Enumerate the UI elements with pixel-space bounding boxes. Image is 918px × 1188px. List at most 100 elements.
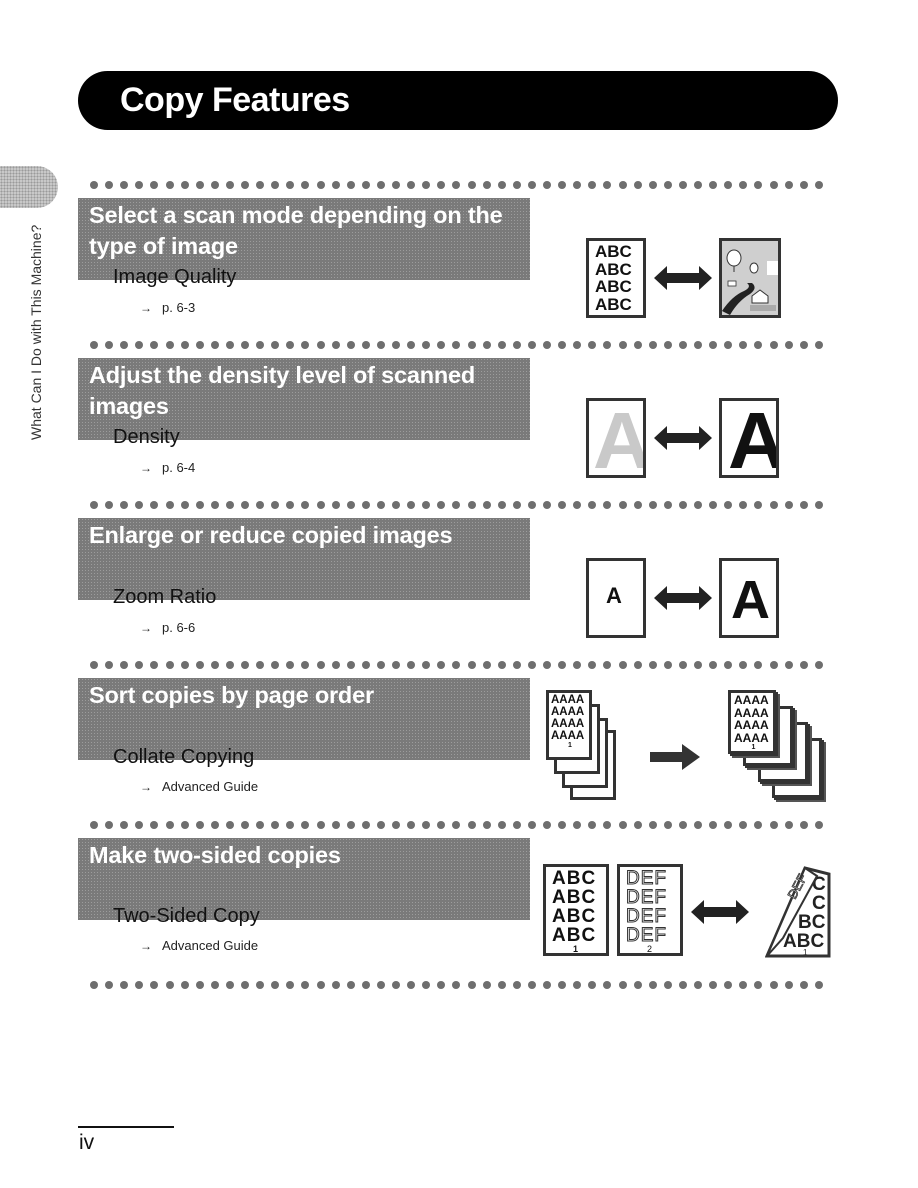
divider-dot bbox=[331, 341, 340, 349]
divider-dot bbox=[437, 341, 446, 349]
divider-dot bbox=[573, 661, 582, 669]
divider-dot bbox=[120, 181, 129, 189]
page-text-line: AAAA bbox=[551, 718, 585, 730]
divider-dot bbox=[527, 661, 536, 669]
small-glyph: A bbox=[606, 583, 622, 608]
divider-dot bbox=[331, 661, 340, 669]
divider-dot bbox=[452, 501, 461, 509]
divider-dot bbox=[180, 501, 189, 509]
dotted-divider bbox=[90, 661, 825, 671]
divider-dot bbox=[286, 181, 295, 189]
divider-dot bbox=[497, 181, 506, 189]
divider-dot bbox=[754, 501, 763, 509]
feature-reference[interactable]: → p. 6-4 bbox=[140, 460, 195, 475]
divider-dot bbox=[120, 501, 129, 509]
divider-dot bbox=[165, 981, 174, 989]
divider-dot bbox=[709, 981, 718, 989]
source-page-1: AAAA AAAA AAAA AAAA 1 bbox=[546, 690, 592, 760]
divider-dot bbox=[467, 821, 476, 829]
divider-dot bbox=[754, 821, 763, 829]
divider-dot bbox=[225, 501, 234, 509]
dotted-divider bbox=[90, 981, 825, 991]
divider-dot bbox=[407, 181, 416, 189]
divider-dot bbox=[784, 501, 793, 509]
divider-dot bbox=[512, 181, 521, 189]
divider-dot bbox=[633, 661, 642, 669]
divider-dot bbox=[376, 501, 385, 509]
divider-dot bbox=[135, 661, 144, 669]
divider-dot bbox=[392, 181, 400, 189]
divider-dot bbox=[467, 341, 476, 349]
divider-dot bbox=[588, 181, 597, 189]
feature-name: Collate Copying bbox=[113, 746, 255, 768]
divider-dot bbox=[482, 181, 491, 189]
divider-dot bbox=[709, 341, 718, 349]
divider-dot bbox=[558, 341, 567, 349]
divider-dot bbox=[437, 981, 446, 989]
divider-dot bbox=[316, 981, 325, 989]
divider-dot bbox=[286, 821, 295, 829]
page-text-line: ABC bbox=[552, 868, 597, 889]
divider-dot bbox=[256, 501, 265, 509]
divider-dot bbox=[663, 981, 672, 989]
divider-dot bbox=[452, 661, 461, 669]
page-text-line: DEF bbox=[626, 906, 667, 927]
divider-dot bbox=[799, 501, 808, 509]
divider-dot bbox=[256, 341, 265, 349]
divider-dot bbox=[90, 501, 98, 509]
divider-dot bbox=[422, 341, 431, 349]
svg-text:C: C bbox=[812, 893, 826, 914]
divider-dot bbox=[150, 341, 159, 349]
divider-dot bbox=[784, 341, 793, 349]
divider-dot bbox=[739, 981, 748, 989]
divider-dot bbox=[618, 821, 627, 829]
divider-dot bbox=[301, 981, 310, 989]
divider-dot bbox=[286, 661, 295, 669]
feature-reference[interactable]: → Advanced Guide bbox=[140, 779, 258, 794]
light-document-icon: A bbox=[586, 398, 646, 478]
divider-dot bbox=[573, 341, 582, 349]
divider-dot bbox=[331, 821, 340, 829]
feature-reference[interactable]: → p. 6-6 bbox=[140, 620, 195, 635]
divider-dot bbox=[286, 981, 295, 989]
divider-dot bbox=[361, 981, 370, 989]
divider-dot bbox=[135, 181, 144, 189]
feature-reference[interactable]: → p. 6-3 bbox=[140, 300, 195, 315]
divider-dot bbox=[452, 341, 461, 349]
page-number: 1 bbox=[568, 742, 572, 749]
page-text-line: ABC bbox=[595, 242, 632, 261]
divider-dot bbox=[467, 981, 476, 989]
divider-dot bbox=[663, 821, 672, 829]
divider-dot bbox=[407, 341, 416, 349]
divider-dot bbox=[195, 501, 204, 509]
divider-dot bbox=[467, 181, 476, 189]
reference-arrow-icon: → bbox=[140, 621, 152, 635]
divider-dot bbox=[346, 501, 355, 509]
divider-dot bbox=[392, 821, 400, 829]
divider-dot bbox=[422, 981, 431, 989]
divider-dot bbox=[482, 821, 491, 829]
svg-text:1: 1 bbox=[803, 948, 808, 957]
divider-dot bbox=[694, 821, 702, 829]
divider-dot bbox=[739, 661, 748, 669]
divider-dot bbox=[724, 501, 733, 509]
feature-name: Zoom Ratio bbox=[113, 586, 217, 608]
divider-dot bbox=[724, 661, 733, 669]
divider-dot bbox=[376, 821, 385, 829]
divider-dot bbox=[678, 341, 687, 349]
dotted-divider bbox=[90, 181, 825, 191]
divider-dot bbox=[588, 821, 597, 829]
feature-reference[interactable]: → Advanced Guide bbox=[140, 938, 258, 953]
divider-dot bbox=[663, 661, 672, 669]
divider-dot bbox=[678, 981, 687, 989]
feature-name: Two-Sided Copy bbox=[113, 905, 260, 927]
divider-dot bbox=[663, 501, 672, 509]
divider-dot bbox=[799, 981, 808, 989]
divider-dot bbox=[512, 501, 521, 509]
divider-dot bbox=[497, 341, 506, 349]
divider-dot bbox=[784, 821, 793, 829]
page-text-line: ABC bbox=[595, 259, 632, 279]
divider-dot bbox=[90, 821, 98, 829]
divider-dot bbox=[663, 341, 672, 349]
divider-dot bbox=[316, 661, 325, 669]
